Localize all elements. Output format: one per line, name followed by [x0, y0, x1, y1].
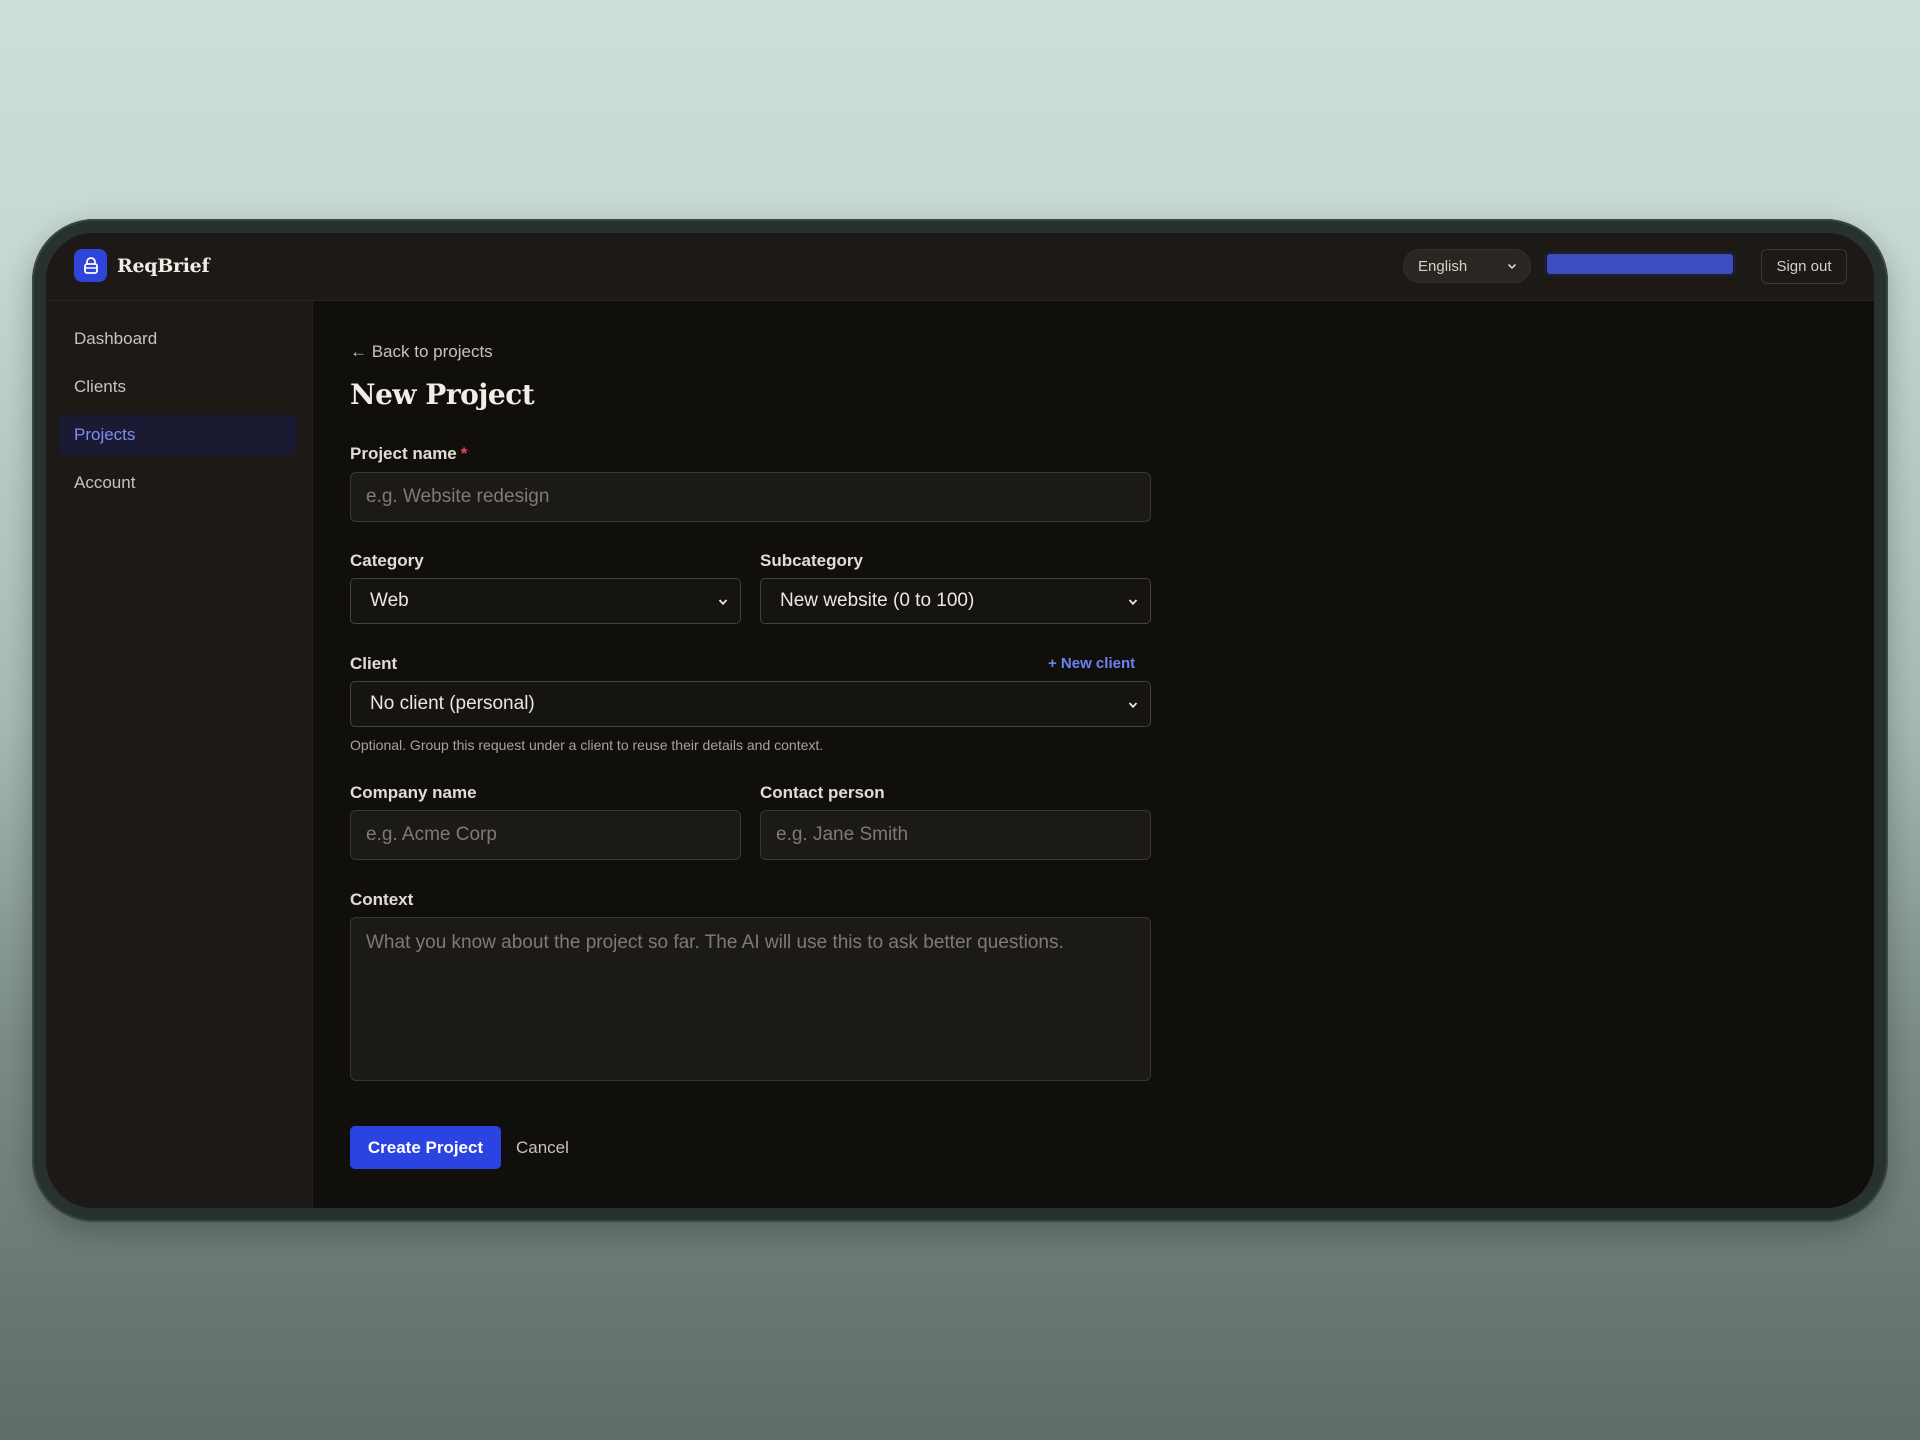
main-content: ← Back to projects New Project Project n… — [313, 301, 1874, 1208]
contact-person-input[interactable]: e.g. Jane Smith — [760, 810, 1151, 860]
chevron-down-icon — [718, 599, 728, 606]
chevron-down-icon — [1128, 702, 1138, 709]
app-window: ReqBrief English Sign out Dashboard Clie… — [46, 233, 1874, 1208]
device-frame: ReqBrief English Sign out Dashboard Clie… — [32, 219, 1888, 1222]
new-client-link[interactable]: + New client — [1048, 655, 1135, 672]
logo-icon — [74, 249, 107, 282]
cancel-button[interactable]: Cancel — [516, 1126, 569, 1169]
contact-person-placeholder: e.g. Jane Smith — [776, 824, 909, 845]
sign-out-button[interactable]: Sign out — [1761, 249, 1847, 284]
required-mark: * — [460, 444, 468, 463]
project-name-label-text: Project name — [350, 444, 457, 463]
subcategory-select[interactable]: New website (0 to 100) — [760, 578, 1151, 624]
chevron-down-icon — [1128, 599, 1138, 606]
contact-person-label: Contact person — [760, 783, 885, 802]
category-label: Category — [350, 551, 424, 570]
sidebar-item-account[interactable]: Account — [60, 463, 297, 503]
sidebar-item-clients[interactable]: Clients — [60, 367, 297, 407]
client-label: Client — [350, 654, 398, 673]
company-name-input[interactable]: e.g. Acme Corp — [350, 810, 741, 860]
sidebar-item-projects[interactable]: Projects — [60, 415, 297, 455]
create-project-button[interactable]: Create Project — [350, 1126, 501, 1169]
project-name-input[interactable]: e.g. Website redesign — [350, 472, 1151, 522]
sidebar-item-dashboard[interactable]: Dashboard — [60, 319, 297, 359]
chevron-down-icon — [1507, 263, 1517, 270]
context-placeholder: What you know about the project so far. … — [366, 932, 1064, 953]
project-name-placeholder: e.g. Website redesign — [366, 486, 550, 507]
brand[interactable]: ReqBrief — [74, 249, 210, 282]
project-name-label: Project name * — [350, 444, 467, 464]
page-title: New Project — [350, 378, 535, 411]
client-hint: Optional. Group this request under a cli… — [350, 737, 824, 753]
language-value: English — [1418, 257, 1468, 275]
context-textarea[interactable]: What you know about the project so far. … — [350, 917, 1151, 1081]
back-to-projects-link[interactable]: ← Back to projects — [350, 342, 493, 362]
language-select[interactable]: English — [1403, 249, 1531, 283]
company-name-placeholder: e.g. Acme Corp — [366, 824, 497, 845]
subcategory-label: Subcategory — [760, 551, 863, 570]
context-label: Context — [350, 890, 414, 909]
top-bar: ReqBrief English Sign out — [46, 233, 1874, 301]
client-select[interactable]: No client (personal) — [350, 681, 1151, 727]
category-value: Web — [370, 590, 409, 611]
client-value: No client (personal) — [370, 693, 535, 714]
sidebar: Dashboard Clients Projects Account — [46, 301, 313, 1208]
app-name: ReqBrief — [117, 254, 210, 277]
company-name-label: Company name — [350, 783, 477, 802]
subcategory-value: New website (0 to 100) — [780, 590, 975, 611]
user-account-bar[interactable] — [1547, 254, 1733, 274]
category-select[interactable]: Web — [350, 578, 741, 624]
